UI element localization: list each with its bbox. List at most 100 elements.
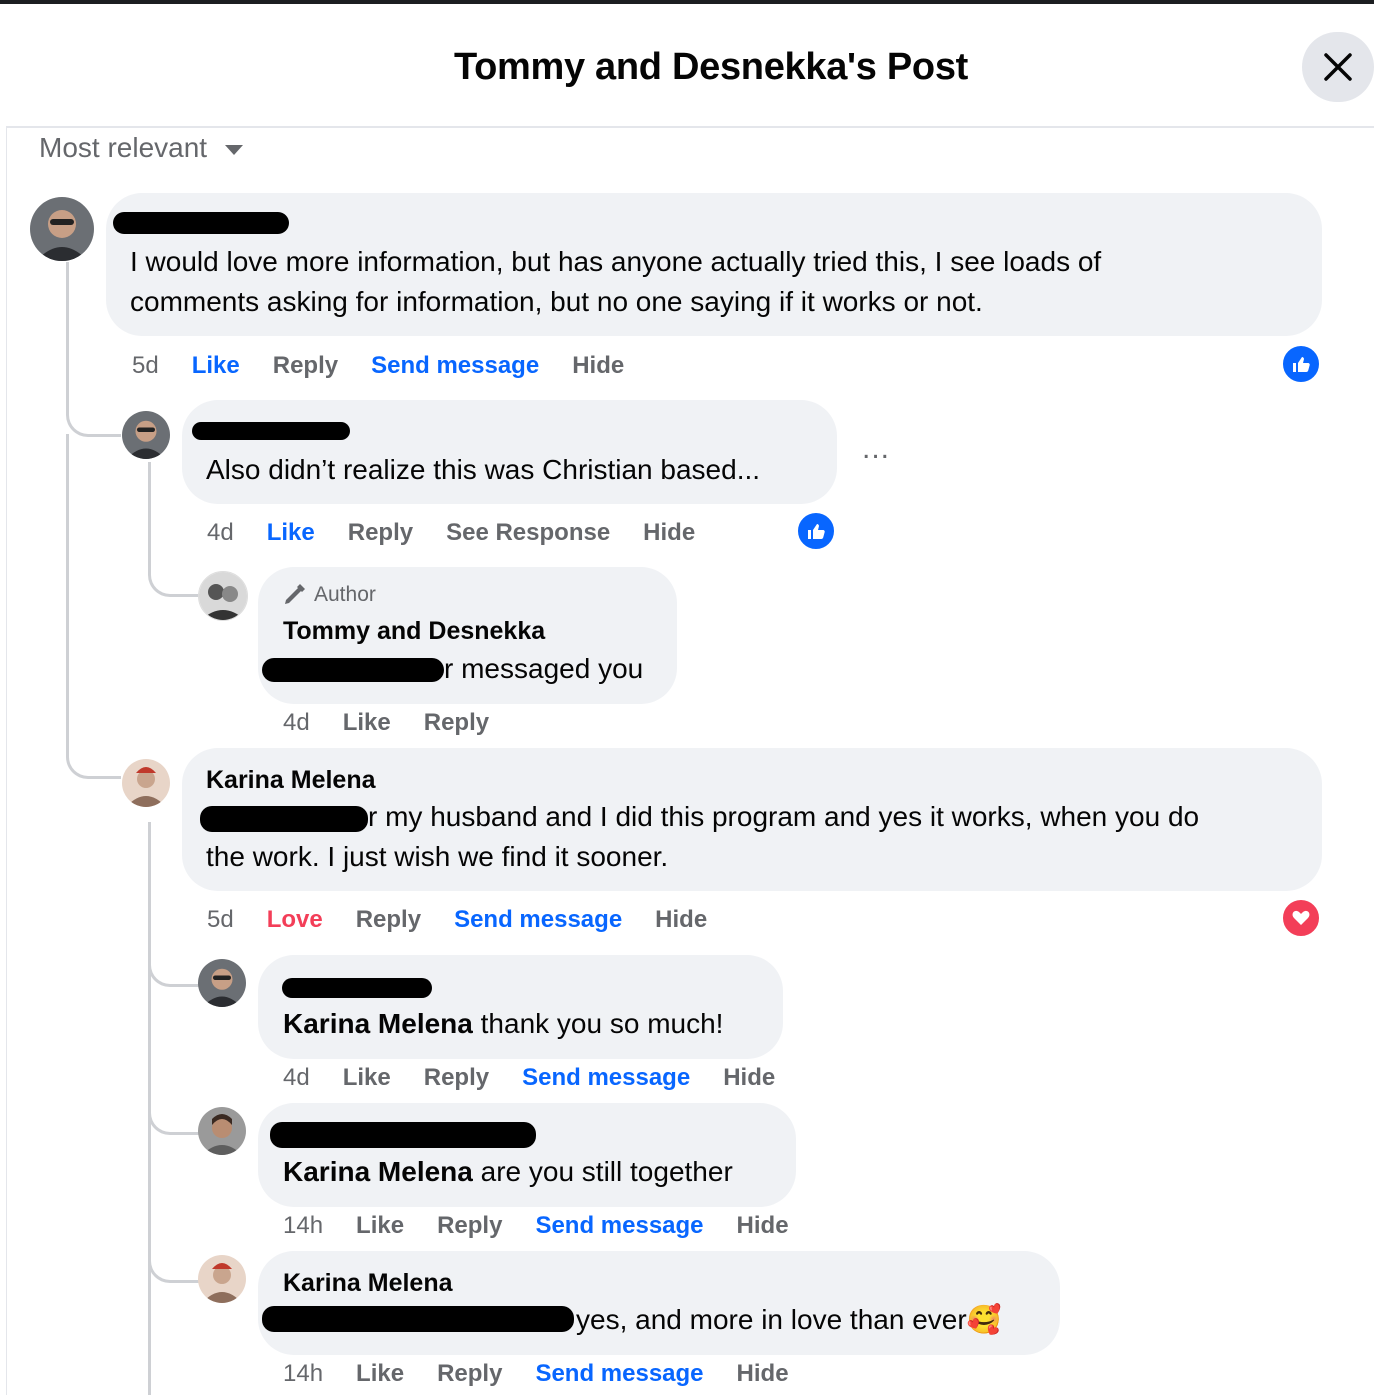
love-reaction[interactable]	[1281, 898, 1321, 938]
see-response-button[interactable]: See Response	[446, 519, 610, 547]
person-photo-icon	[198, 959, 246, 1007]
close-icon	[1324, 53, 1352, 81]
love-button[interactable]: Love	[267, 906, 323, 934]
thread-connector	[148, 1236, 201, 1283]
reply-button[interactable]: Reply	[356, 906, 421, 934]
send-message-button[interactable]: Send message	[522, 1064, 690, 1092]
timestamp[interactable]: 5d	[207, 906, 234, 934]
like-button[interactable]: Like	[343, 1064, 391, 1092]
hide-button[interactable]: Hide	[723, 1064, 775, 1092]
send-message-button[interactable]: Send message	[454, 906, 622, 934]
avatar[interactable]	[198, 1255, 246, 1303]
author-label: Author	[314, 583, 376, 606]
send-message-button[interactable]: Send message	[371, 352, 539, 380]
reply-button[interactable]: Reply	[437, 1360, 502, 1388]
redacted-name	[200, 806, 368, 832]
hide-button[interactable]: Hide	[572, 352, 624, 380]
thread-connector	[148, 940, 201, 987]
send-message-button[interactable]: Send message	[535, 1360, 703, 1388]
redacted-name	[262, 658, 444, 682]
thumbs-up-icon	[1293, 357, 1310, 372]
thread-line	[66, 434, 69, 754]
comment-text: r my husband and I did this program and …	[368, 801, 1200, 832]
like-button[interactable]: Like	[192, 352, 240, 380]
comment-actions: 5d Love Reply Send message Hide	[207, 906, 707, 934]
person-photo-icon	[122, 411, 170, 459]
comment-actions: 4d Like Reply See Response Hide	[207, 519, 695, 547]
person-photo-icon	[122, 759, 170, 807]
reply-button[interactable]: Reply	[424, 1064, 489, 1092]
comment-text: Also didn’t realize this was Christian b…	[206, 454, 761, 485]
reply-button[interactable]: Reply	[348, 519, 413, 547]
sort-dropdown[interactable]: Most relevant	[39, 132, 244, 164]
hide-button[interactable]: Hide	[655, 906, 707, 934]
like-button[interactable]: Like	[267, 519, 315, 547]
comment-text: r messaged you	[444, 653, 644, 684]
comment-body: yes, and more in love than ever	[576, 1304, 967, 1335]
avatar[interactable]	[198, 959, 246, 1007]
commenter-name[interactable]: Karina Melena	[206, 766, 376, 795]
avatar[interactable]	[122, 759, 170, 807]
dialog-left-edge	[0, 4, 7, 1395]
avatar[interactable]	[122, 411, 170, 459]
timestamp[interactable]: 5d	[132, 352, 159, 380]
comment-actions: 14h Like Reply Send message Hide	[283, 1360, 789, 1388]
send-message-button[interactable]: Send message	[535, 1212, 703, 1240]
timestamp[interactable]: 4d	[283, 1064, 310, 1092]
comment-text: the work. I just wish we find it sooner.	[206, 841, 669, 872]
smiling-hearts-emoji-icon: 🥰	[966, 1304, 1002, 1335]
more-options-button[interactable]: ...	[862, 432, 890, 466]
commenter-name[interactable]: Karina Melena	[283, 1269, 453, 1298]
timestamp[interactable]: 4d	[283, 709, 310, 737]
like-reaction[interactable]	[1281, 344, 1321, 384]
pen-icon	[285, 584, 305, 604]
thread-connector	[66, 744, 121, 779]
person-photo-icon	[198, 1107, 246, 1155]
dialog-title: Tommy and Desnekka's Post	[453, 46, 969, 88]
redacted-name	[282, 978, 432, 998]
comment-text: Karina Melena are you still together	[283, 1152, 733, 1192]
hide-button[interactable]: Hide	[737, 1212, 789, 1240]
thread-connector	[66, 372, 121, 437]
close-button[interactable]	[1302, 32, 1374, 102]
reply-button[interactable]: Reply	[273, 352, 338, 380]
comment-text: I would love more information, but has a…	[130, 246, 1102, 277]
thread-connector	[148, 1088, 201, 1135]
like-button[interactable]: Like	[343, 709, 391, 737]
like-reaction[interactable]	[796, 511, 836, 551]
comment-actions: 4d Like Reply	[283, 709, 489, 737]
timestamp[interactable]: 4d	[207, 519, 234, 547]
reply-button[interactable]: Reply	[424, 709, 489, 737]
comment-text: yes, and more in love than ever🥰	[576, 1300, 1002, 1340]
mention-link[interactable]: Karina Melena	[283, 1008, 473, 1039]
redacted-name	[262, 1306, 574, 1332]
hide-button[interactable]: Hide	[643, 519, 695, 547]
redacted-name	[192, 422, 350, 440]
couple-photo-icon	[199, 572, 247, 620]
avatar[interactable]	[30, 197, 94, 261]
thread-connector	[148, 530, 201, 597]
person-photo-icon	[30, 197, 94, 261]
reply-button[interactable]: Reply	[437, 1212, 502, 1240]
like-button[interactable]: Like	[356, 1212, 404, 1240]
caret-down-icon	[225, 145, 244, 155]
heart-icon	[1292, 910, 1310, 925]
mention-link[interactable]: Karina Melena	[283, 1156, 473, 1187]
comment-actions: 5d Like Reply Send message Hide	[132, 352, 624, 380]
hide-button[interactable]: Hide	[737, 1360, 789, 1388]
timestamp[interactable]: 14h	[283, 1212, 323, 1240]
like-button[interactable]: Like	[356, 1360, 404, 1388]
thumbs-up-icon	[808, 524, 825, 539]
commenter-name[interactable]: Tommy and Desnekka	[283, 617, 545, 646]
sort-label: Most relevant	[39, 132, 208, 163]
comment-text: Karina Melena thank you so much!	[283, 1004, 723, 1044]
dialog-header: Tommy and Desnekka's Post	[6, 4, 1374, 128]
avatar[interactable]	[198, 571, 248, 621]
comment-body: thank you so much!	[472, 1008, 724, 1039]
timestamp[interactable]: 14h	[283, 1360, 323, 1388]
redacted-name	[270, 1122, 536, 1148]
comment-text: comments asking for information, but no …	[130, 286, 983, 317]
comment-actions: 4d Like Reply Send message Hide	[283, 1064, 775, 1092]
avatar[interactable]	[198, 1107, 246, 1155]
redacted-name	[113, 212, 289, 234]
